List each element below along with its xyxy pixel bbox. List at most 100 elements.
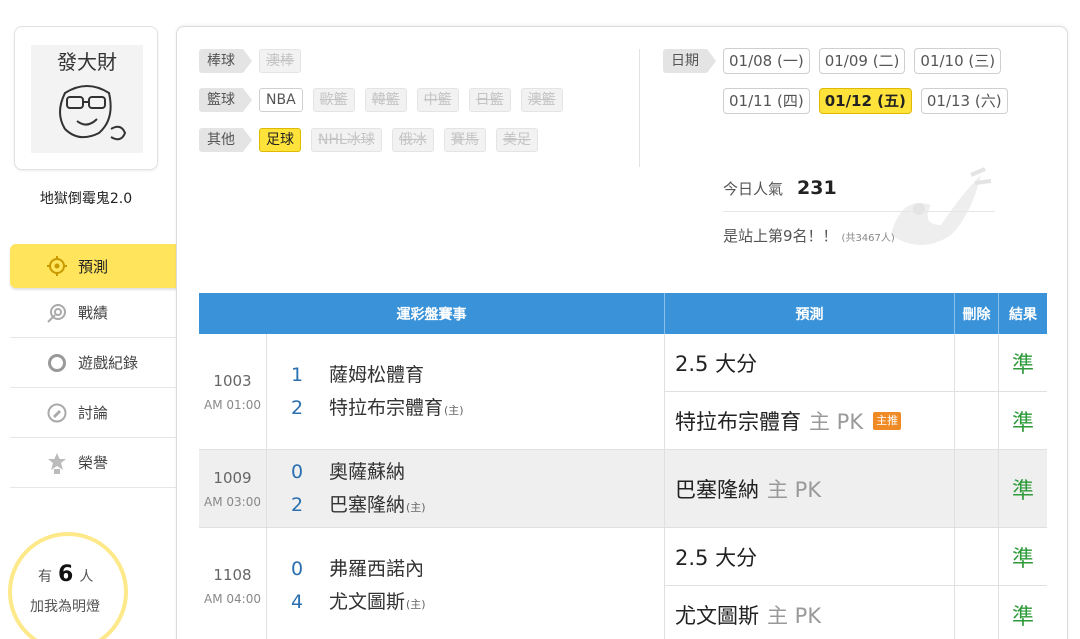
nav-item-discussion[interactable]: 討論 bbox=[10, 388, 178, 438]
chip-american-football: 美足 bbox=[495, 128, 538, 152]
nav-label: 戰績 bbox=[78, 304, 109, 322]
game-number: 1003 bbox=[213, 371, 252, 390]
chip-horse-racing: 賽馬 bbox=[443, 128, 486, 152]
result-mark: 準 bbox=[1011, 478, 1034, 504]
chip-nhl-hockey: NHL冰球 bbox=[311, 128, 382, 152]
avatar-card[interactable]: 發大財 bbox=[14, 26, 158, 170]
prediction-row: 2.5 大分 準 bbox=[665, 334, 1047, 392]
avatar-lettering: 發大財 bbox=[57, 50, 117, 74]
away-team-name: 奧薩蘇納 bbox=[329, 460, 406, 483]
filter-row-baseball: 棒球 澳棒 bbox=[199, 49, 311, 73]
match-info: 1108 AM 04:00 0 弗羅西諾內 4 尤文圖斯 (主) bbox=[199, 528, 665, 639]
prediction-text: 2.5 大分 bbox=[665, 528, 955, 585]
result-mark: 準 bbox=[1011, 546, 1034, 572]
match-id-cell: 1003 AM 01:00 bbox=[199, 334, 267, 449]
delete-cell bbox=[955, 586, 999, 639]
nav-item-game-history[interactable]: 遊戲紀錄 bbox=[10, 338, 178, 388]
teams: 0 弗羅西諾內 4 尤文圖斯 (主) bbox=[267, 528, 426, 639]
main-panel: 棒球 澳棒 籃球 NBA 歐籃 韓籃 中籃 日籃 澳籃 其他 足球 NHL冰球 … bbox=[176, 26, 1068, 639]
prediction-row: 尤文圖斯主 PK 準 bbox=[665, 586, 1047, 639]
result-mark: 準 bbox=[1011, 604, 1034, 630]
popularity: 今日人氣 231 bbox=[723, 177, 837, 199]
result-mark: 準 bbox=[1011, 352, 1034, 378]
prediction-table: 運彩盤賽事 預測 刪除 結果 1003 AM 01:00 1 薩姆松體育 2 特拉布… bbox=[199, 293, 1047, 639]
record-icon bbox=[46, 302, 68, 324]
nav-item-record[interactable]: 戰績 bbox=[10, 288, 178, 338]
nav-label: 預測 bbox=[78, 257, 109, 276]
home-score: 2 bbox=[291, 396, 304, 419]
rank: 是站上第9名！！ (共3467人) bbox=[723, 225, 895, 246]
header-prediction: 預測 bbox=[665, 293, 955, 334]
away-team-name: 薩姆松體育 bbox=[329, 363, 425, 386]
prediction-side: 主 PK bbox=[767, 603, 822, 628]
popularity-value: 231 bbox=[797, 177, 837, 199]
date-chip[interactable]: 01/10 (三) bbox=[914, 48, 1002, 74]
date-chip-selected[interactable]: 01/12 (五) bbox=[818, 88, 912, 114]
game-time: AM 04:00 bbox=[204, 591, 261, 606]
game-time: AM 01:00 bbox=[204, 397, 261, 412]
prediction-pick: 2.5 大分 bbox=[675, 351, 758, 376]
nav-item-predict[interactable]: 預測 bbox=[10, 244, 190, 288]
date-chip[interactable]: 01/13 (六) bbox=[920, 88, 1008, 114]
home-team-name: 特拉布宗體育 bbox=[329, 396, 444, 419]
home-tag: (主) bbox=[406, 500, 426, 514]
rank-text: 是站上第9名！！ bbox=[723, 227, 838, 245]
away-team: 0 弗羅西諾內 bbox=[291, 553, 426, 586]
delete-cell bbox=[955, 392, 999, 449]
chip-nba[interactable]: NBA bbox=[259, 88, 303, 112]
target-icon bbox=[46, 255, 68, 277]
away-score: 0 bbox=[291, 557, 304, 580]
chip-japan-basketball: 日籃 bbox=[468, 88, 511, 112]
fan-caption[interactable]: 加我為明燈 bbox=[30, 596, 100, 616]
avatar[interactable]: 發大財 bbox=[31, 45, 143, 153]
chip-china-basketball: 中籃 bbox=[416, 88, 459, 112]
prediction-row: 巴塞隆納主 PK 準 bbox=[665, 450, 1047, 527]
prediction-pick: 尤文圖斯 bbox=[675, 603, 759, 628]
prediction-side: 主 PK bbox=[809, 409, 864, 434]
sidebar: 發大財 地獄倒霉鬼2.0 預測 戰績 遊戲紀錄 討論 榮譽 有 6 人 加我為明… bbox=[0, 0, 190, 639]
filter-row-other: 其他 足球 NHL冰球 俄冰 賽馬 美足 bbox=[199, 128, 548, 152]
result-mark: 準 bbox=[1011, 410, 1034, 436]
popularity-label: 今日人氣 bbox=[723, 180, 784, 198]
prediction-text: 巴塞隆納主 PK bbox=[665, 450, 955, 527]
prediction-text: 特拉布宗體育主 PK 主推 bbox=[665, 392, 955, 449]
category-tag-baseball: 棒球 bbox=[199, 49, 252, 73]
delete-cell bbox=[955, 450, 999, 527]
game-time: AM 03:00 bbox=[204, 494, 261, 509]
fan-count-line: 有6人 bbox=[38, 562, 93, 587]
date-chip[interactable]: 01/11 (四) bbox=[723, 88, 810, 114]
prediction-pick: 2.5 大分 bbox=[675, 545, 758, 570]
filter-divider bbox=[639, 49, 640, 167]
chip-soccer[interactable]: 足球 bbox=[259, 128, 301, 152]
game-number: 1108 bbox=[213, 565, 252, 584]
home-score: 2 bbox=[291, 493, 304, 516]
match-info: 1003 AM 01:00 1 薩姆松體育 2 特拉布宗體育 (主) bbox=[199, 334, 665, 449]
rank-total: (共3467人) bbox=[841, 233, 895, 244]
home-tag: (主) bbox=[444, 403, 464, 417]
away-score: 1 bbox=[291, 363, 304, 386]
stats-divider bbox=[723, 211, 995, 212]
chip-australia-baseball: 澳棒 bbox=[259, 49, 301, 73]
side-nav: 預測 戰績 遊戲紀錄 討論 榮譽 bbox=[10, 244, 190, 488]
date-chip[interactable]: 01/09 (二) bbox=[818, 48, 906, 74]
match-id-cell: 1009 AM 03:00 bbox=[199, 450, 267, 527]
prediction-text: 尤文圖斯主 PK bbox=[665, 586, 955, 639]
delete-cell bbox=[955, 528, 999, 585]
match-predictions: 2.5 大分 準 尤文圖斯主 PK 準 bbox=[665, 528, 1047, 639]
category-tag-basketball: 籃球 bbox=[199, 88, 252, 112]
away-team-name: 弗羅西諾內 bbox=[329, 557, 425, 580]
category-tag-other: 其他 bbox=[199, 128, 252, 152]
nav-item-honors[interactable]: 榮譽 bbox=[10, 438, 178, 488]
home-score: 4 bbox=[291, 590, 304, 613]
match-predictions: 巴塞隆納主 PK 準 bbox=[665, 450, 1047, 527]
history-ring-icon bbox=[46, 352, 68, 374]
home-team: 2 巴塞隆納 (主) bbox=[291, 489, 426, 522]
prediction-pick: 特拉布宗體育 bbox=[675, 409, 801, 434]
away-team: 1 薩姆松體育 bbox=[291, 359, 464, 392]
date-chip[interactable]: 01/08 (一) bbox=[723, 48, 810, 74]
fan-suffix: 人 bbox=[79, 569, 94, 585]
header-delete: 刪除 bbox=[955, 293, 999, 334]
match-predictions: 2.5 大分 準 特拉布宗體育主 PK 主推 準 bbox=[665, 334, 1047, 449]
table-row: 1003 AM 01:00 1 薩姆松體育 2 特拉布宗體育 (主) 2.5 大分 準… bbox=[199, 334, 1047, 450]
fan-prefix: 有 bbox=[38, 569, 52, 585]
